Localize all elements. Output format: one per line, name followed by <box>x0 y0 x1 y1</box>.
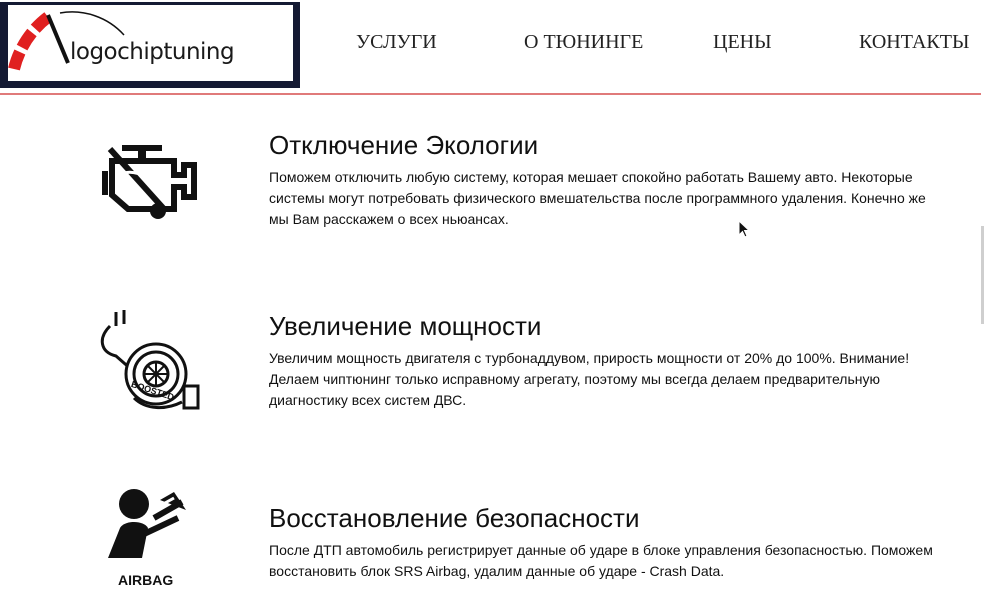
mouse-pointer-icon <box>738 220 751 238</box>
nav-prices[interactable]: ЦЕНЫ <box>713 30 772 54</box>
header-divider <box>0 93 981 95</box>
logo-panel: logochiptuning <box>8 5 293 81</box>
nav-about-tuning[interactable]: О ТЮНИНГЕ <box>524 30 644 54</box>
airbag-icon-label: AIRBAG <box>118 572 174 588</box>
service-title: Восстановление безопасности <box>269 503 640 533</box>
engine-check-icon <box>102 145 197 219</box>
nav-contacts[interactable]: КОНТАКТЫ <box>859 30 969 54</box>
site-header: logochiptuning УСЛУГИ О ТЮНИНГЕ ЦЕНЫ КОН… <box>0 0 984 96</box>
turbo-icon <box>100 310 200 410</box>
service-title: Отключение Экологии <box>269 130 539 160</box>
airbag-icon <box>108 489 186 558</box>
nav-services[interactable]: УСЛУГИ <box>356 30 437 54</box>
site-logo[interactable]: logochiptuning <box>0 2 300 88</box>
service-description: Поможем отключить любую систему, которая… <box>269 169 926 227</box>
service-title: Увеличение мощности <box>269 311 542 341</box>
service-description: После ДТП автомобиль регистрирует данные… <box>269 542 933 579</box>
logo-text: logochiptuning <box>70 39 235 65</box>
service-description: Увеличим мощность двигателя с турбонадду… <box>269 350 910 408</box>
